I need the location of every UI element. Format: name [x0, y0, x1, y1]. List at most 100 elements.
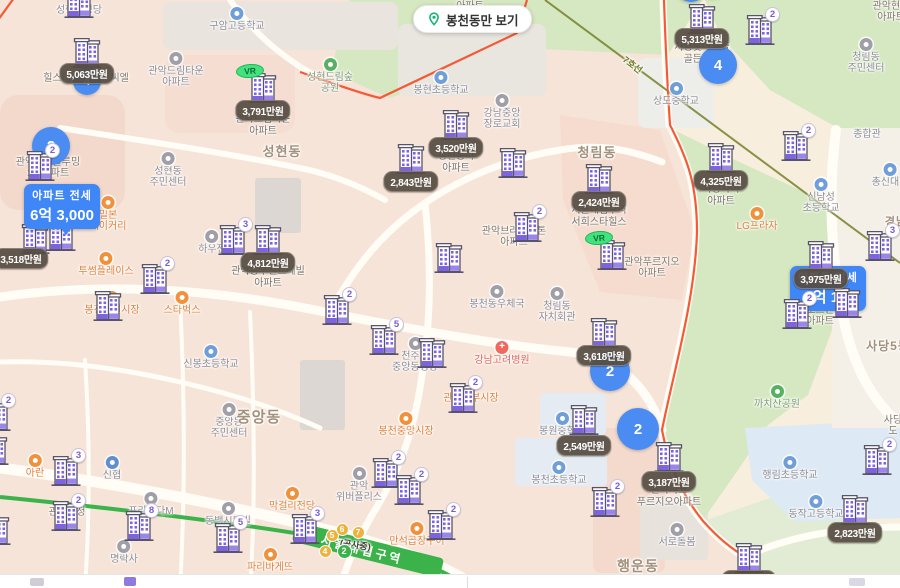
pub-poi-icon [490, 285, 503, 298]
unit-count-badge: 2 [446, 502, 461, 517]
building-marker[interactable] [498, 148, 528, 179]
price-marker[interactable]: 4,325만원 [706, 143, 736, 174]
price-marker[interactable]: 5,313만원 [687, 4, 717, 35]
apartment-name-line: 푸르지오아파트 [637, 497, 701, 509]
building-marker-badged[interactable]: 5 [213, 523, 243, 554]
poi-name-line: 동작고등학교 [788, 509, 843, 520]
price-marker[interactable]: 2,225만원 [734, 543, 764, 574]
poi-name-line: 주민센터 [848, 63, 885, 74]
building-marker-badged[interactable]: 2 [25, 151, 55, 182]
building-marker[interactable] [0, 515, 11, 546]
building-marker[interactable] [434, 243, 464, 274]
sch-poi-icon [230, 7, 243, 20]
building-marker-badged[interactable]: 2 [140, 264, 170, 295]
sch-poi-icon [204, 345, 217, 358]
building-marker-badged[interactable]: 2 [781, 131, 811, 162]
building-marker-badged[interactable]: 2 [590, 487, 620, 518]
building-marker-badged[interactable]: 3 [865, 231, 895, 262]
unit-count-badge: 3 [71, 448, 86, 463]
building-marker[interactable] [64, 0, 94, 19]
unit-count-badge: 2 [414, 467, 429, 482]
unit-count-badge: 2 [882, 437, 897, 452]
pub-poi-icon [223, 403, 236, 416]
price-tooltip[interactable]: 아파트 전세6억 3,000 [24, 184, 100, 229]
building-marker-badged[interactable]: 3 [218, 225, 248, 256]
price-marker[interactable]: 4,812만원 [253, 225, 283, 256]
building-marker-badged[interactable]: 2 [512, 212, 542, 243]
building-marker-badged[interactable]: 2 [394, 475, 424, 506]
pub-poi-icon [551, 287, 564, 300]
building-marker-badged[interactable]: 2 [745, 15, 775, 46]
building-marker-badged[interactable]: 5 [369, 325, 399, 356]
price-marker[interactable]: 2,843만원 [396, 144, 426, 175]
poi-name-line: 사당 [884, 415, 900, 426]
poi-name-line: 자치회관 [539, 312, 576, 323]
building-marker-badged[interactable]: 3 [51, 456, 81, 487]
price-label[interactable]: 5,063만원 [59, 63, 114, 84]
poi-name-line: 아파트 [162, 77, 190, 88]
map-canvas[interactable]: 7호선 서울대입구역 (공사중) 봉천동만 보기 223225222223285… [0, 0, 900, 588]
price-label[interactable]: 2,549만원 [556, 435, 611, 456]
price-marker[interactable]: 2,823만원 [840, 495, 870, 526]
building-marker[interactable] [417, 338, 447, 369]
cluster-marker[interactable]: 4 [699, 46, 737, 84]
price-label[interactable]: 3,791만원 [235, 100, 290, 121]
poi-name-line: 파리바게뜨 [247, 562, 293, 573]
building-marker[interactable] [832, 288, 862, 319]
price-label[interactable]: 3,975만원 [793, 268, 848, 289]
building-marker[interactable] [0, 435, 9, 466]
price-marker[interactable]: 3,975만원 [806, 241, 836, 272]
building-marker-badged[interactable]: 2 [426, 510, 456, 541]
building-marker-badged[interactable]: 2 [0, 401, 11, 432]
price-label[interactable]: 3,618만원 [576, 345, 631, 366]
price-label[interactable]: 2,843만원 [383, 171, 438, 192]
price-marker[interactable]: 2,424만원 [584, 164, 614, 195]
cluster-marker[interactable]: 2 [617, 408, 659, 450]
poi-name-line: 성현동 [154, 166, 182, 177]
building-marker-badged[interactable]: 2 [448, 383, 478, 414]
pub-poi-icon [205, 230, 218, 243]
price-marker[interactable]: VR3,791만원 [248, 73, 278, 104]
price-label[interactable]: 2,424만원 [571, 191, 626, 212]
price-marker[interactable]: 3,618만원 [589, 318, 619, 349]
price-label[interactable]: 5,313만원 [674, 28, 729, 49]
building-marker-badged[interactable]: 2 [322, 295, 352, 326]
area-filter-button[interactable]: 봉천동만 보기 [413, 5, 532, 33]
bank-poi-icon [106, 456, 119, 469]
building-marker-badged[interactable]: 2 [51, 501, 81, 532]
food-poi-icon [102, 196, 115, 209]
price-marker[interactable]: 2,549만원 [569, 405, 599, 436]
district-label: 성현동 [263, 141, 302, 160]
building-marker-badged[interactable]: 3 [290, 514, 320, 545]
poi-name-line: 주민센터 [211, 428, 248, 439]
building-marker-badged[interactable]: 8 [124, 511, 154, 542]
price-marker[interactable]: 3,520만원 [441, 110, 471, 141]
apartment-name-line: 아파트 [438, 163, 475, 175]
price-label[interactable]: 2,823만원 [827, 522, 882, 543]
poi-name-line: 관악드림타운 [148, 66, 203, 77]
unit-count-badge: 3 [310, 506, 325, 521]
poi-label: 성현드림숲공원 [307, 58, 353, 94]
hosp-poi-icon [495, 341, 508, 354]
building-marker-badged[interactable]: 2 [862, 445, 892, 476]
food-poi-icon [750, 207, 763, 220]
price-label[interactable]: 3,518만원 [0, 248, 49, 269]
food-poi-icon [286, 487, 299, 500]
food-poi-icon [99, 252, 112, 265]
price-label[interactable]: 3,520만원 [428, 137, 483, 158]
unit-count-badge: 5 [389, 317, 404, 332]
subway-line2-badge: 2 [337, 544, 352, 559]
building-marker-vr[interactable]: VR [597, 240, 627, 271]
price-marker[interactable]: 5,063만원 [72, 38, 102, 69]
price-label[interactable]: 4,812만원 [240, 252, 295, 273]
price-label[interactable]: 3,187만원 [641, 471, 696, 492]
unit-count-badge: 2 [160, 256, 175, 271]
price-label[interactable]: 4,325만원 [693, 170, 748, 191]
poi-label: 관악드림타운아파트 [148, 52, 203, 88]
location-pin-icon [427, 12, 441, 26]
building-marker-badged[interactable]: 2 [782, 299, 812, 330]
building-marker[interactable] [93, 291, 123, 322]
poi-label: 사당도 [884, 415, 900, 437]
price-marker[interactable]: 3,187만원 [654, 442, 684, 473]
unit-count-badge: 8 [144, 503, 159, 518]
